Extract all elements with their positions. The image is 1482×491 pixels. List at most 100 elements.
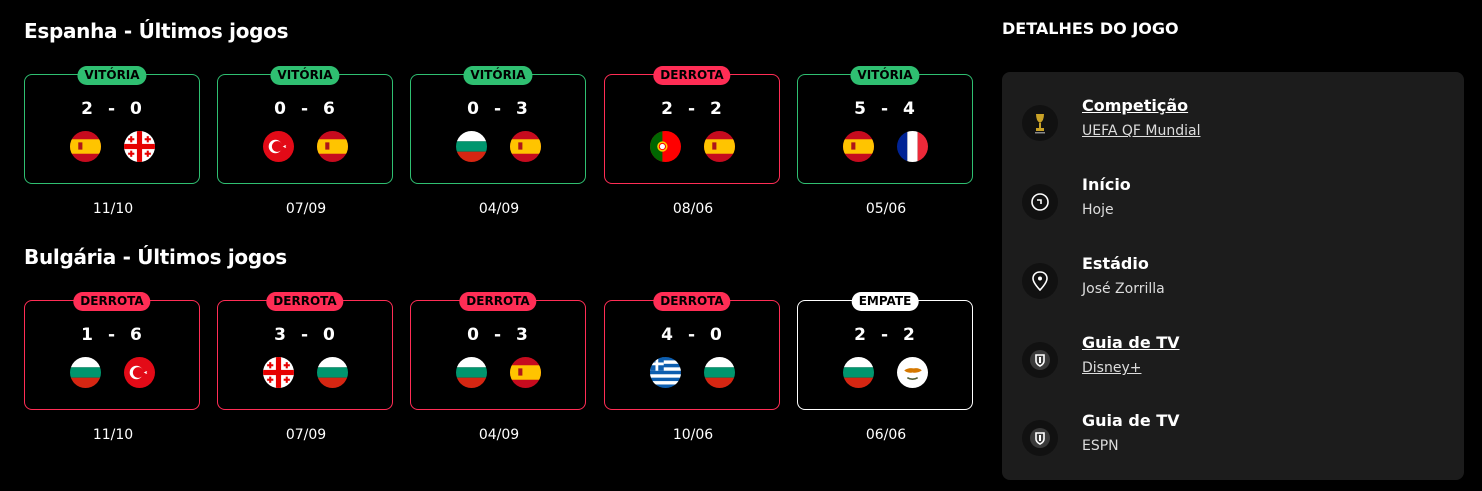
- home-score: 1: [81, 325, 94, 345]
- match-date: 07/09: [285, 427, 327, 443]
- match-date: 07/09: [285, 201, 327, 217]
- spain-flag-icon: [704, 131, 735, 162]
- match-score: 0-6: [274, 99, 336, 119]
- location-pin-icon: [1022, 263, 1058, 299]
- match-score: 0-3: [467, 325, 529, 345]
- spain-matches-row: VITÓRIA 2-0 11/10 VITÓRIA 0-6 07/09 VITÓ…: [24, 66, 976, 234]
- bulgaria-flag-icon: [456, 357, 487, 388]
- tv-guide-label[interactable]: Guia de TV: [1082, 333, 1180, 352]
- match-card[interactable]: DERROTA 3-0 07/09: [217, 292, 393, 443]
- detail-start: Início Hoje: [1002, 175, 1464, 235]
- detail-tv-guide-espn: Guia de TV ESPN: [1002, 411, 1464, 471]
- result-badge: DERROTA: [459, 292, 537, 311]
- match-date: 08/06: [672, 201, 714, 217]
- portugal-flag-icon: [650, 131, 681, 162]
- tv-guide-value: ESPN: [1082, 438, 1119, 454]
- result-badge: DERROTA: [653, 66, 731, 85]
- away-score: 2: [903, 325, 916, 345]
- details-title: DETALHES DO JOGO: [1002, 19, 1179, 38]
- bulgaria-section-title: Bulgária - Últimos jogos: [24, 245, 287, 269]
- result-badge: EMPATE: [851, 292, 919, 311]
- bulgaria-flag-icon: [70, 357, 101, 388]
- match-card[interactable]: DERROTA 0-3 04/09: [410, 292, 586, 443]
- away-score: 0: [323, 325, 336, 345]
- match-score: 3-0: [274, 325, 336, 345]
- greece-flag-icon: [650, 357, 681, 388]
- competition-value[interactable]: UEFA QF Mundial: [1082, 123, 1200, 139]
- match-card[interactable]: VITÓRIA 2-0 11/10: [24, 66, 200, 217]
- match-date: 11/10: [92, 201, 134, 217]
- match-score: 2-0: [81, 99, 143, 119]
- bulgaria-flag-icon: [704, 357, 735, 388]
- start-value: Hoje: [1082, 202, 1114, 218]
- detail-competition: Competição UEFA QF Mundial: [1002, 96, 1464, 156]
- match-date: 06/06: [865, 427, 907, 443]
- match-card[interactable]: DERROTA 4-0 10/06: [604, 292, 780, 443]
- competition-label[interactable]: Competição: [1082, 96, 1188, 115]
- match-card[interactable]: EMPATE 2-2 06/06: [797, 292, 973, 443]
- away-score: 0: [710, 325, 723, 345]
- turkey-flag-icon: [124, 357, 155, 388]
- match-score: 0-3: [467, 99, 529, 119]
- match-score: 2-2: [661, 99, 723, 119]
- result-badge: DERROTA: [266, 292, 344, 311]
- match-card[interactable]: VITÓRIA 0-3 04/09: [410, 66, 586, 217]
- tv-guide-value[interactable]: Disney+: [1082, 360, 1141, 376]
- match-card[interactable]: DERROTA 2-2 08/06: [604, 66, 780, 217]
- world-cup-trophy-icon: [1022, 105, 1058, 141]
- tv-shield-icon: [1022, 342, 1058, 378]
- away-score: 0: [130, 99, 143, 119]
- stadium-label: Estádio: [1082, 254, 1149, 273]
- georgia-flag-icon: [263, 357, 294, 388]
- away-score: 2: [710, 99, 723, 119]
- start-label: Início: [1082, 175, 1131, 194]
- match-date: 04/09: [478, 201, 520, 217]
- spain-section-title: Espanha - Últimos jogos: [24, 19, 289, 43]
- home-score: 2: [854, 325, 867, 345]
- match-card[interactable]: DERROTA 1-6 11/10: [24, 292, 200, 443]
- spain-flag-icon: [510, 131, 541, 162]
- home-score: 0: [274, 99, 287, 119]
- home-score: 2: [661, 99, 674, 119]
- home-score: 3: [274, 325, 287, 345]
- bulgaria-flag-icon: [317, 357, 348, 388]
- match-date: 10/06: [672, 427, 714, 443]
- match-date: 04/09: [478, 427, 520, 443]
- detail-stadium: Estádio José Zorrilla: [1002, 254, 1464, 314]
- match-card[interactable]: VITÓRIA 5-4 05/06: [797, 66, 973, 217]
- away-score: 4: [903, 99, 916, 119]
- detail-tv-guide-disney: Guia de TV Disney+: [1002, 333, 1464, 393]
- result-badge: DERROTA: [73, 292, 151, 311]
- georgia-flag-icon: [124, 131, 155, 162]
- match-score: 1-6: [81, 325, 143, 345]
- details-panel: Competição UEFA QF Mundial Início Hoje E…: [1002, 72, 1464, 480]
- result-badge: VITÓRIA: [77, 66, 147, 85]
- bulgaria-flag-icon: [843, 357, 874, 388]
- result-badge: VITÓRIA: [463, 66, 533, 85]
- match-score: 5-4: [854, 99, 916, 119]
- away-score: 6: [130, 325, 143, 345]
- home-score: 0: [467, 99, 480, 119]
- away-score: 3: [516, 325, 529, 345]
- match-score: 4-0: [661, 325, 723, 345]
- result-badge: VITÓRIA: [850, 66, 920, 85]
- away-score: 3: [516, 99, 529, 119]
- match-date: 11/10: [92, 427, 134, 443]
- bulgaria-matches-row: DERROTA 1-6 11/10 DERROTA 3-0 07/09 DERR…: [24, 292, 976, 460]
- tv-guide-label: Guia de TV: [1082, 411, 1180, 430]
- turkey-flag-icon: [263, 131, 294, 162]
- spain-flag-icon: [843, 131, 874, 162]
- spain-flag-icon: [70, 131, 101, 162]
- match-card[interactable]: VITÓRIA 0-6 07/09: [217, 66, 393, 217]
- spain-flag-icon: [317, 131, 348, 162]
- stadium-value: José Zorrilla: [1082, 281, 1165, 297]
- bulgaria-flag-icon: [456, 131, 487, 162]
- match-score: 2-2: [854, 325, 916, 345]
- cyprus-flag-icon: [897, 357, 928, 388]
- away-score: 6: [323, 99, 336, 119]
- result-badge: VITÓRIA: [270, 66, 340, 85]
- home-score: 5: [854, 99, 867, 119]
- clock-icon: [1022, 184, 1058, 220]
- tv-shield-icon: [1022, 420, 1058, 456]
- home-score: 2: [81, 99, 94, 119]
